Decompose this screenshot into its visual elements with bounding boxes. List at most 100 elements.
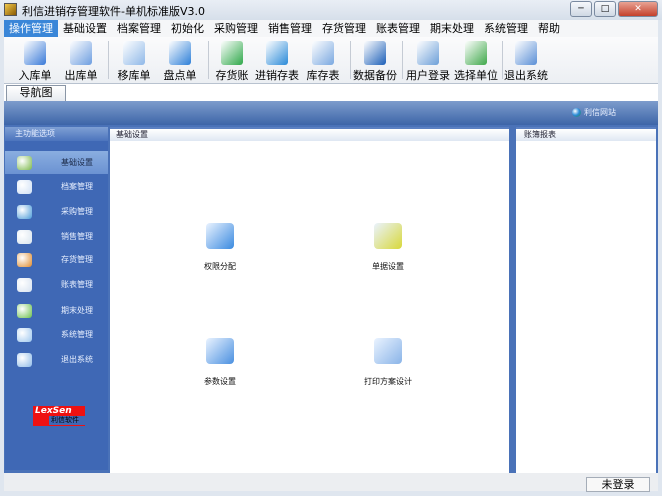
toolbar: 入库单 出库单 移库单 盘点单 存货账 进销存表 库存表 数据备份 用户登录 选择单位 退出系统: [4, 37, 658, 84]
inventory-gear-icon: [169, 41, 191, 65]
function-label: 单据设置: [372, 262, 404, 271]
menu-item[interactable]: 期末处理: [425, 20, 479, 37]
toolbar-button[interactable]: 出库单: [57, 39, 105, 83]
toolbar-button[interactable]: 用户登录: [404, 39, 452, 83]
menu-item[interactable]: 账表管理: [371, 20, 425, 37]
left-nav-item[interactable]: 基础设置: [5, 151, 108, 174]
toolbar-button[interactable]: 存货账: [208, 39, 256, 83]
nav-item-icon: [17, 352, 32, 367]
toolbar-button-label: 用户登录: [406, 69, 450, 82]
left-nav-label: 退出系统: [61, 355, 93, 364]
nav-item-icon: [17, 155, 32, 170]
stock-out-icon: [70, 41, 92, 65]
floppy-backup-icon: [364, 41, 386, 65]
menu-item[interactable]: 初始化: [166, 20, 209, 37]
toolbar-separator: [350, 41, 351, 79]
left-nav-item[interactable]: 账表管理: [5, 273, 108, 296]
function-shortcut[interactable]: 参数设置: [175, 338, 265, 387]
toolbar-button[interactable]: 进销存表: [253, 39, 301, 83]
nav-item-icon: [17, 204, 32, 219]
menu-item[interactable]: 档案管理: [112, 20, 166, 37]
maximize-button[interactable]: □: [594, 1, 616, 17]
toolbar-button-label: 盘点单: [163, 69, 197, 82]
toolbar-button-label: 移库单: [117, 69, 151, 82]
menu-item[interactable]: 系统管理: [479, 20, 533, 37]
left-nav-item[interactable]: 退出系统: [5, 348, 108, 371]
logo-text: LexSen: [35, 406, 72, 416]
left-nav-item[interactable]: 系统管理: [5, 323, 108, 346]
toolbar-button-label: 进销存表: [255, 69, 299, 82]
close-button[interactable]: ✕: [618, 1, 658, 17]
nav-item-icon: [17, 303, 32, 318]
toolbar-separator: [208, 41, 209, 79]
nav-item-icon: [17, 327, 32, 342]
parameter-settings-icon: [206, 338, 234, 364]
logo-subtext: 利信软件: [49, 416, 85, 425]
left-nav-label: 档案管理: [61, 182, 93, 191]
left-nav-label: 账表管理: [61, 280, 93, 289]
globe-icon: [572, 108, 581, 117]
nav-item-icon: [17, 252, 32, 267]
tab-navigation[interactable]: 导航图: [6, 85, 66, 101]
toolbar-button-label: 退出系统: [504, 69, 548, 82]
left-nav-label: 基础设置: [61, 158, 93, 167]
toolbar-button-label: 数据备份: [353, 69, 397, 82]
center-panel: [110, 127, 509, 473]
window-title: 利信进销存管理软件-单机标准版V3.0: [22, 5, 205, 18]
toolbar-separator: [402, 41, 403, 79]
toolbar-button[interactable]: 移库单: [110, 39, 158, 83]
toolbar-button-label: 出库单: [64, 69, 98, 82]
pie-report-icon: [266, 41, 288, 65]
menu-item[interactable]: 采购管理: [209, 20, 263, 37]
stock-report-icon: [312, 41, 334, 65]
folder-select-icon: [465, 41, 487, 65]
toolbar-button[interactable]: 库存表: [299, 39, 347, 83]
left-nav-label: 系统管理: [61, 330, 93, 339]
toolbar-button[interactable]: 退出系统: [502, 39, 550, 83]
menu-item[interactable]: 帮助: [533, 20, 565, 37]
left-nav-item[interactable]: 销售管理: [5, 225, 108, 248]
function-shortcut[interactable]: 单据设置: [343, 223, 433, 272]
nav-item-icon: [17, 277, 32, 292]
tab-strip: [4, 84, 658, 101]
left-nav-item[interactable]: 采购管理: [5, 200, 108, 223]
left-panel-title: 主功能选项: [5, 127, 108, 141]
left-nav-item[interactable]: 档案管理: [5, 175, 108, 198]
left-nav-label: 存货管理: [61, 255, 93, 264]
user-login-icon: [417, 41, 439, 65]
header-band: [4, 101, 658, 125]
toolbar-button[interactable]: 选择单位: [452, 39, 500, 83]
left-nav-label: 期末处理: [61, 306, 93, 315]
left-nav-label: 采购管理: [61, 207, 93, 216]
function-label: 参数设置: [204, 377, 236, 386]
menu-item[interactable]: 操作管理: [4, 20, 58, 37]
left-nav-item[interactable]: 期末处理: [5, 299, 108, 322]
function-shortcut[interactable]: 打印方案设计: [343, 338, 433, 387]
toolbar-button-label: 库存表: [306, 69, 340, 82]
toolbar-separator: [502, 41, 503, 79]
website-link[interactable]: 利信网站: [572, 107, 616, 118]
lexsen-logo: LexSen 利信软件: [33, 406, 85, 426]
toolbar-button[interactable]: 入库单: [11, 39, 59, 83]
menu-bar: 操作管理 基础设置 档案管理 初始化 采购管理 销售管理 存货管理 账表管理 期末处理 系统管理帮…: [4, 20, 658, 37]
function-label: 权限分配: [204, 262, 236, 271]
website-link-label: 利信网站: [584, 108, 616, 117]
menu-item[interactable]: 销售管理: [263, 20, 317, 37]
function-shortcut[interactable]: 权限分配: [175, 223, 265, 272]
menu-item[interactable]: 存货管理: [317, 20, 371, 37]
toolbar-button-label: 存货账: [215, 69, 249, 82]
stock-in-icon: [24, 41, 46, 65]
nav-item-icon: [17, 229, 32, 244]
toolbar-button-label: 入库单: [18, 69, 52, 82]
center-panel-title: 基础设置: [110, 127, 509, 141]
app-icon: [4, 3, 17, 16]
toolbar-button[interactable]: 数据备份: [351, 39, 399, 83]
function-label: 打印方案设计: [364, 377, 412, 386]
login-status: 未登录: [586, 477, 650, 492]
left-nav-item[interactable]: 存货管理: [5, 248, 108, 271]
menu-item[interactable]: 基础设置: [58, 20, 112, 37]
minimize-button[interactable]: ─: [570, 1, 592, 17]
print-design-icon: [374, 338, 402, 364]
right-panel-title: 账簿报表: [516, 127, 656, 141]
toolbar-button[interactable]: 盘点单: [156, 39, 204, 83]
